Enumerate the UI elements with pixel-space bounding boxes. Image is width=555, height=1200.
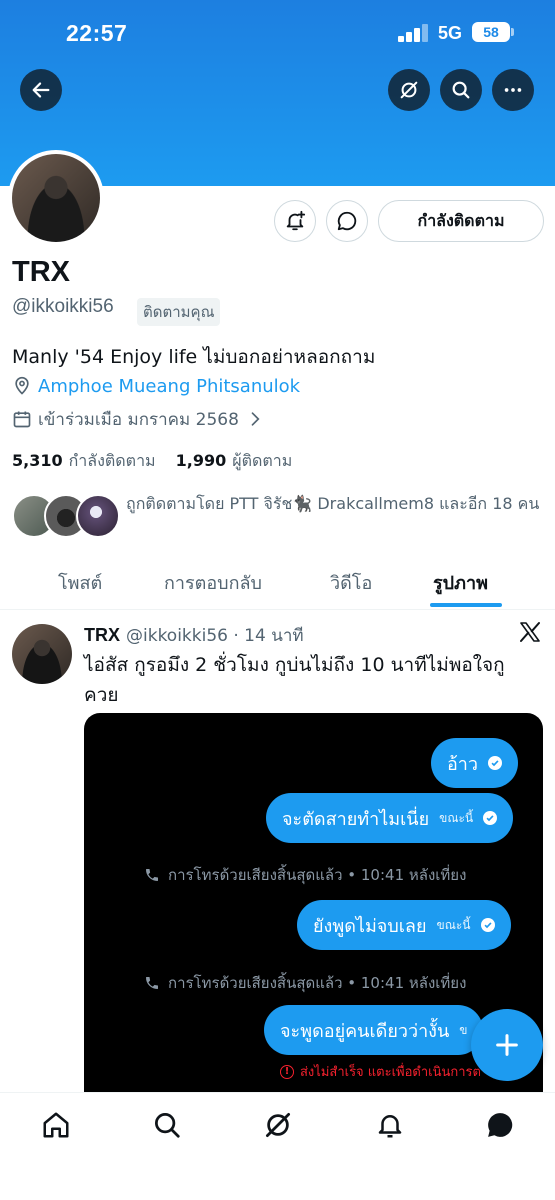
home-icon: [43, 1112, 69, 1138]
profile-avatar[interactable]: [8, 150, 104, 246]
status-time: 22:57: [66, 20, 128, 46]
chat-bubble: อ้าว: [431, 738, 519, 788]
follows-you-badge: ติดตามคุณ: [137, 298, 221, 326]
tab-videos[interactable]: วิดีโอ: [330, 568, 372, 597]
compose-post-button[interactable]: [471, 1009, 543, 1081]
chat-bubble-text: จะตัดสายทำไมเนี่ย: [282, 808, 430, 830]
chat-bubble: ยังพูดไม่จบเลย ขณะนี้: [297, 900, 511, 950]
message-button[interactable]: [326, 200, 368, 242]
grok-icon: [400, 81, 418, 99]
chat-bubble-time: ข: [459, 1022, 468, 1037]
join-date: เข้าร่วมเมือ มกราคม 2568: [38, 409, 239, 430]
calendar-icon: [13, 411, 31, 428]
following-button[interactable]: กำลังติดตาม: [378, 200, 544, 242]
profile-handle: @ikkoikki56: [12, 296, 114, 317]
chat-bubble-icon: [337, 211, 357, 231]
call-ended-line: การโทรด้วยเสียงสิ้นสุดแล้ว • 10:41 หลังเ…: [144, 863, 466, 887]
profile-tabs: โพสต์ การตอบกลับ วิดีโอ รูปภาพ: [0, 556, 555, 610]
chat-bubble-text: จะพูดอยู่คนเดียวว่างั้น: [280, 1020, 450, 1042]
tab-photos[interactable]: รูปภาพ: [433, 568, 488, 597]
follow-stats: 5,310 กำลังติดตาม 1,990 ผู้ติดตาม: [12, 449, 292, 474]
tab-replies[interactable]: การตอบกลับ: [164, 568, 262, 597]
ellipsis-icon: [504, 88, 522, 92]
nav-home[interactable]: [40, 1109, 72, 1141]
active-tab-indicator: [430, 603, 502, 607]
chat-bubble-text: อ้าว: [447, 753, 479, 775]
chevron-right-icon: [251, 412, 260, 426]
call-ended-text: การโทรด้วยเสียงสิ้นสุดแล้ว • 10:41 หลังเ…: [168, 866, 467, 884]
battery-tip: [511, 28, 514, 36]
following-count[interactable]: 5,310: [12, 451, 63, 470]
bell-icon: [378, 1115, 402, 1138]
chat-bubble-text: ยังพูดไม่จบเลย: [313, 915, 427, 937]
phone-icon: [146, 977, 158, 989]
x-logo-icon: [520, 622, 540, 642]
arrow-left-icon: [32, 82, 50, 98]
search-icon: [155, 1113, 180, 1138]
more-button[interactable]: [492, 69, 534, 111]
profile-name: TRX: [12, 256, 70, 288]
mutuals-text: ถูกติดตามโดย PTT จิรัช🐈‍⬛ Drakcallmem8 แ…: [126, 494, 540, 513]
search-button[interactable]: [440, 69, 482, 111]
send-failed-notice: ! ส่งไม่สำเร็จ แตะเพื่อดำเนินการต่: [280, 1061, 481, 1082]
location-pin-icon: [15, 376, 29, 395]
profile-bio: Manly '54 Enjoy life ไม่บอกอย่าหลอกถาม: [12, 346, 376, 368]
phone-icon: [146, 869, 158, 881]
call-ended-text: การโทรด้วยเสียงสิ้นสุดแล้ว • 10:41 หลังเ…: [168, 974, 467, 992]
back-button[interactable]: [20, 69, 62, 111]
call-ended-line: การโทรด้วยเสียงสิ้นสุดแล้ว • 10:41 หลังเ…: [144, 971, 466, 995]
nav-search[interactable]: [151, 1109, 183, 1141]
following-label[interactable]: กำลังติดตาม: [69, 449, 156, 474]
network-type: 5G: [438, 23, 463, 43]
followers-label[interactable]: ผู้ติดตาม: [232, 449, 292, 474]
chat-bubble: จะตัดสายทำไมเนี่ย ขณะนี้: [266, 793, 514, 843]
plus-icon: [496, 1034, 518, 1056]
chat-bubble-time: ขณะนี้: [436, 917, 471, 932]
signal-icon: [398, 24, 428, 42]
tweet-author-name[interactable]: TRX: [84, 625, 120, 646]
chat-bubble-time: ขณะนี้: [439, 810, 474, 825]
nav-messages[interactable]: [484, 1109, 516, 1141]
mutual-followers[interactable]: ถูกติดตามโดย PTT จิรัช🐈‍⬛ Drakcallmem8 แ…: [12, 490, 552, 546]
tweet-meta: @ikkoikki56 · 14 นาที: [126, 626, 304, 646]
battery-icon: 58: [472, 22, 510, 42]
tweet-header: TRX @ikkoikki56 · 14 นาที: [84, 622, 304, 649]
sent-check-icon: [488, 756, 503, 770]
sent-check-icon: [480, 918, 495, 932]
notify-button[interactable]: [274, 200, 316, 242]
messages-icon: [488, 1113, 513, 1137]
location-link[interactable]: Amphoe Mueang Phitsanulok: [38, 376, 300, 397]
status-bar: 22:57 5G 58: [0, 0, 555, 66]
nav-notifications[interactable]: [374, 1109, 406, 1141]
location-row: Amphoe Mueang Phitsanulok: [12, 374, 300, 398]
bottom-nav: [0, 1092, 555, 1200]
sent-check-icon: [483, 811, 498, 825]
followers-count[interactable]: 1,990: [176, 451, 227, 470]
grok-icon: [266, 1113, 290, 1137]
search-icon: [452, 81, 470, 99]
tab-posts[interactable]: โพสต์: [58, 568, 102, 597]
error-icon: !: [280, 1064, 294, 1079]
grok-button[interactable]: [388, 69, 430, 111]
nav-grok[interactable]: [262, 1109, 294, 1141]
bell-plus-icon: [286, 210, 306, 231]
join-date-row[interactable]: เข้าร่วมเมือ มกราคม 2568: [12, 407, 265, 431]
tweet-text: ไอ่สัส กูรอมึง 2 ชั่วโมง กูบ่นไม่ถึง 10 …: [84, 654, 505, 706]
chat-bubble: จะพูดอยู่คนเดียวว่างั้น ข: [264, 1005, 484, 1055]
send-failed-text: ส่งไม่สำเร็จ แตะเพื่อดำเนินการต่: [300, 1065, 481, 1080]
mutual-avatar: [76, 494, 120, 538]
tweet-avatar[interactable]: [12, 624, 72, 684]
